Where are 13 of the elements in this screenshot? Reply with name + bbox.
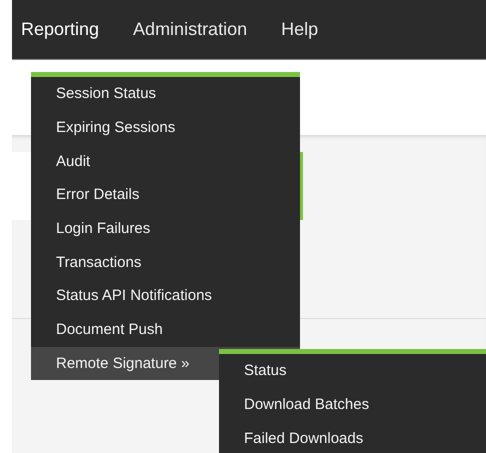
menu-item[interactable]: Session Status [31,77,300,111]
menu-item[interactable]: Audit [31,144,300,178]
nav-menu-item[interactable]: Reporting [21,19,100,40]
menu-item[interactable]: Expiring Sessions [31,110,300,144]
submenu-item[interactable]: Download Batches [219,388,486,422]
menu-item[interactable]: Document Push [31,312,300,346]
submenu-item[interactable]: Failed Downloads [219,421,486,453]
menu-item[interactable]: Status API Notifications [31,279,300,313]
menu-item[interactable]: Error Details [31,178,300,212]
menu-item[interactable]: Transactions [31,245,300,280]
nav-menu-item[interactable]: Administration [133,19,248,40]
menu-item[interactable]: Login Failures [31,212,300,246]
nav-menu-item[interactable]: Help [281,19,318,40]
